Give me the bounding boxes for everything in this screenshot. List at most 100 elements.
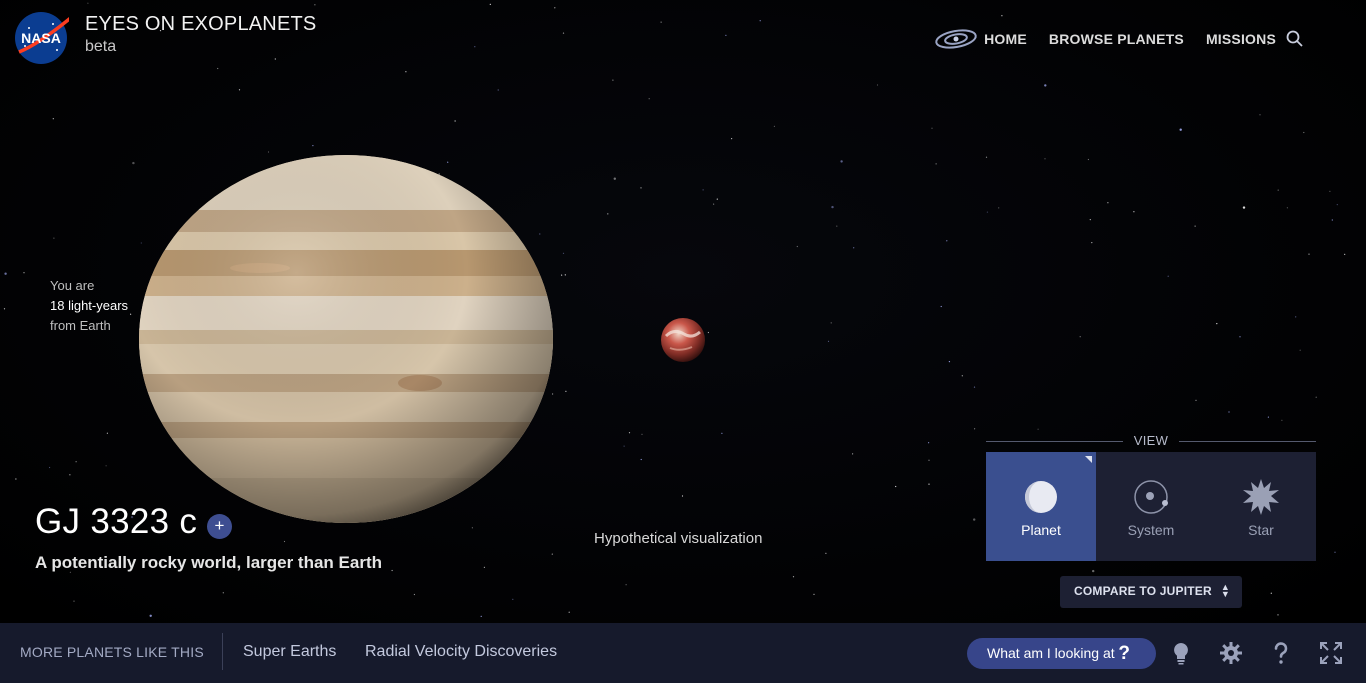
star [986, 211, 989, 213]
star [681, 495, 684, 497]
star [391, 569, 393, 572]
what-am-i-looking-at-button[interactable]: What am I looking at ? [967, 638, 1156, 669]
star [564, 274, 566, 276]
star [796, 245, 798, 248]
star [405, 71, 407, 73]
star [238, 89, 241, 91]
star [702, 189, 704, 191]
search-icon[interactable] [1285, 29, 1305, 49]
star [716, 198, 718, 200]
view-option-system[interactable]: System [1096, 452, 1206, 561]
link-radial-velocity[interactable]: Radial Velocity Discoveries [365, 643, 557, 661]
view-heading: VIEW [986, 432, 1316, 450]
star [480, 615, 482, 618]
view-option-star[interactable]: Star [1206, 452, 1316, 561]
star [1242, 206, 1246, 209]
star [1089, 219, 1091, 221]
star [623, 445, 625, 447]
divider [222, 633, 223, 670]
star [1329, 190, 1331, 192]
star [852, 453, 854, 455]
star [283, 540, 286, 543]
star [1037, 428, 1039, 430]
star [568, 611, 570, 613]
star [314, 4, 316, 6]
star [73, 600, 75, 602]
star [438, 173, 440, 175]
star [1295, 316, 1297, 318]
star [961, 375, 963, 377]
view-selector: Planet System Star [986, 452, 1316, 561]
star [1286, 207, 1288, 209]
star [52, 118, 54, 120]
lightbulb-icon[interactable] [1169, 641, 1193, 665]
star [539, 233, 541, 235]
star [1277, 189, 1279, 191]
star [483, 566, 485, 569]
nasa-logo-text: NASA [21, 30, 61, 46]
star [713, 203, 715, 205]
star [69, 474, 71, 476]
star [1303, 131, 1305, 134]
star [312, 145, 314, 147]
star [1107, 202, 1109, 204]
gear-icon[interactable] [1219, 641, 1243, 665]
exoplanet-render[interactable] [661, 318, 705, 362]
nasa-logo[interactable]: NASA [13, 10, 69, 66]
star [1267, 416, 1269, 418]
link-super-earths[interactable]: Super Earths [243, 643, 336, 661]
star [876, 84, 879, 86]
star [612, 79, 614, 81]
star [23, 272, 25, 274]
star [946, 240, 948, 242]
star [274, 58, 276, 60]
app-subtitle: beta [85, 38, 117, 55]
star [628, 432, 631, 434]
star [1179, 128, 1182, 131]
star [105, 465, 107, 467]
question-icon: ? [1118, 643, 1130, 664]
star [1228, 411, 1230, 413]
star [1315, 396, 1317, 398]
galaxy-icon[interactable] [934, 26, 978, 52]
star [1308, 253, 1310, 255]
app-title[interactable]: EYES ON EXOPLANETS [85, 13, 316, 36]
star [607, 213, 609, 215]
star [840, 160, 843, 163]
star [721, 432, 723, 434]
nav-browse-planets[interactable]: BROWSE PLANETS [1049, 31, 1184, 47]
planet-icon [1025, 481, 1057, 513]
distance-line-1: You are [50, 278, 95, 293]
star [928, 442, 930, 444]
view-option-planet[interactable]: Planet [986, 452, 1096, 561]
compare-label: COMPARE TO JUPITER [1074, 584, 1212, 598]
star [792, 576, 795, 578]
nav-missions[interactable]: MISSIONS [1206, 31, 1276, 47]
star [640, 458, 642, 461]
star [935, 163, 937, 165]
star [1336, 204, 1338, 206]
fullscreen-icon[interactable] [1319, 641, 1343, 665]
add-planet-button[interactable]: + [207, 514, 232, 539]
bottom-bar: MORE PLANETS LIKE THIS Super Earths Radi… [0, 623, 1366, 683]
star [512, 598, 514, 600]
star [1079, 336, 1081, 338]
star [1239, 336, 1241, 338]
compare-dropdown[interactable]: COMPARE TO JUPITER ▲ ▼ [1060, 576, 1242, 608]
view-label: VIEW [1133, 433, 1169, 448]
star [413, 593, 415, 596]
help-icon[interactable] [1269, 641, 1293, 665]
distance-info: You are 18 light-years from Earth [50, 276, 128, 336]
planet-tagline: A potentially rocky world, larger than E… [35, 553, 382, 572]
star [1001, 15, 1003, 17]
star [222, 592, 224, 594]
distance-value: 18 light-years [50, 298, 129, 313]
star [813, 593, 815, 596]
distance-line-3: from Earth [50, 318, 111, 333]
nav-home[interactable]: HOME [984, 31, 1027, 47]
star [562, 252, 565, 254]
top-nav: HOME BROWSE PLANETS MISSIONS [934, 26, 1276, 52]
star [641, 433, 643, 435]
star [497, 89, 499, 91]
star [973, 518, 976, 521]
